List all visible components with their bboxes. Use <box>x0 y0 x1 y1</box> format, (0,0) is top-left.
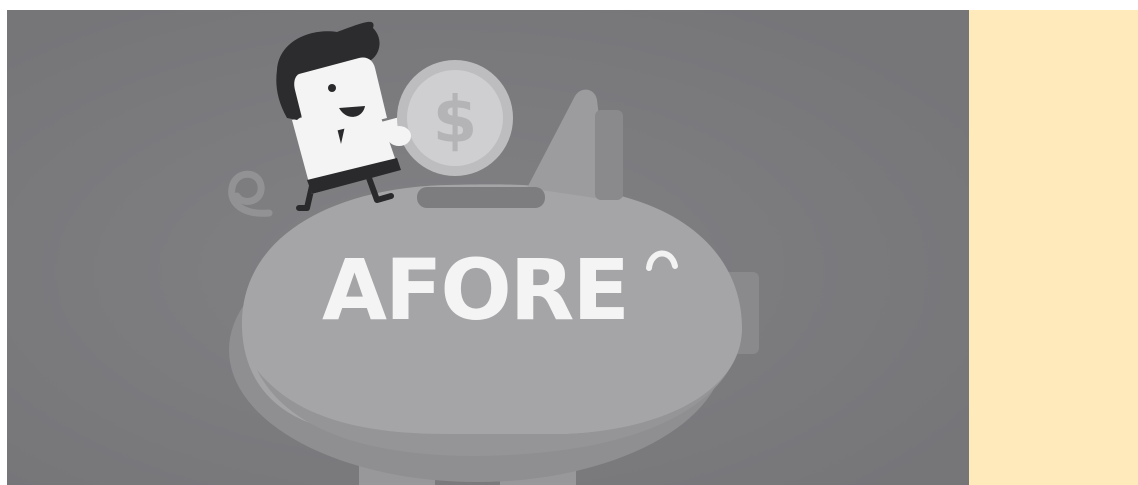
piggy-bank-illustration: $ AFORE <box>7 10 969 485</box>
afore-title: AFORE <box>322 241 630 339</box>
pig-back-ear <box>595 110 623 200</box>
man-hand <box>387 126 411 146</box>
image-frame: $ AFORE <box>0 0 1138 485</box>
man-eye <box>328 84 336 92</box>
coin-slot <box>417 187 545 208</box>
coin-dollar-sign: $ <box>433 84 478 158</box>
side-panel <box>969 10 1138 485</box>
